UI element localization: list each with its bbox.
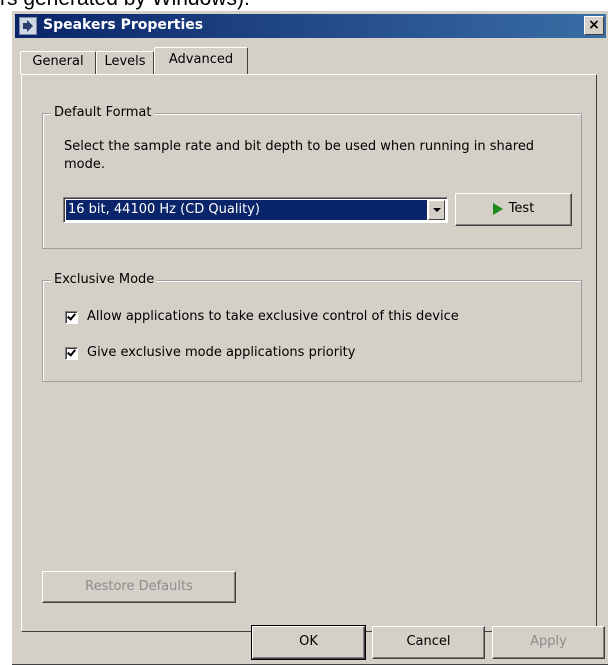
tab-advanced-label: Advanced bbox=[168, 52, 234, 67]
apply-button-label: Apply bbox=[530, 634, 567, 649]
tab-general-label: General bbox=[32, 54, 84, 69]
sample-rate-selected-value: 16 bit, 44100 Hz (CD Quality) bbox=[66, 200, 427, 220]
speakers-properties-dialog: Speakers Properties × General Levels Adv… bbox=[11, 10, 608, 665]
chevron-down-icon[interactable] bbox=[428, 200, 445, 220]
speaker-icon bbox=[19, 17, 37, 35]
exclusive-mode-legend: Exclusive Mode bbox=[51, 272, 158, 287]
exclusive-priority-label[interactable]: Give exclusive mode applications priorit… bbox=[87, 345, 355, 360]
default-format-legend: Default Format bbox=[51, 105, 155, 120]
test-button[interactable]: Test bbox=[455, 193, 572, 226]
allow-exclusive-control-label[interactable]: Allow applications to take exclusive con… bbox=[87, 309, 459, 324]
tab-levels-label: Levels bbox=[104, 54, 146, 69]
tab-general[interactable]: General bbox=[20, 51, 96, 74]
window-title: Speakers Properties bbox=[43, 17, 204, 33]
restore-defaults-label: Restore Defaults bbox=[85, 579, 193, 594]
exclusive-mode-group: Exclusive Mode Allow applications to tak… bbox=[42, 272, 582, 382]
default-format-description-line2: mode. bbox=[64, 157, 105, 172]
default-format-description-line1: Select the sample rate and bit depth to … bbox=[64, 139, 535, 154]
default-format-group: Default Format Select the sample rate an… bbox=[42, 105, 582, 249]
exclusive-priority-checkbox[interactable] bbox=[65, 347, 78, 360]
test-button-label: Test bbox=[508, 201, 535, 216]
allow-exclusive-control-checkbox[interactable] bbox=[65, 311, 78, 324]
tab-levels[interactable]: Levels bbox=[96, 51, 154, 74]
restore-defaults-button[interactable]: Restore Defaults bbox=[42, 571, 236, 603]
sample-rate-select[interactable]: 16 bit, 44100 Hz (CD Quality) bbox=[63, 197, 448, 223]
title-bar[interactable]: Speakers Properties × bbox=[15, 14, 606, 38]
play-icon bbox=[492, 202, 503, 215]
apply-button[interactable]: Apply bbox=[492, 626, 605, 659]
ok-button[interactable]: OK bbox=[251, 625, 366, 660]
close-button[interactable]: × bbox=[584, 16, 604, 35]
tab-advanced[interactable]: Advanced bbox=[154, 47, 248, 74]
advanced-tab-panel: Default Format Select the sample rate an… bbox=[21, 74, 597, 632]
cancel-button-label: Cancel bbox=[406, 634, 451, 649]
cancel-button[interactable]: Cancel bbox=[372, 626, 485, 659]
ok-button-label: OK bbox=[299, 634, 318, 649]
